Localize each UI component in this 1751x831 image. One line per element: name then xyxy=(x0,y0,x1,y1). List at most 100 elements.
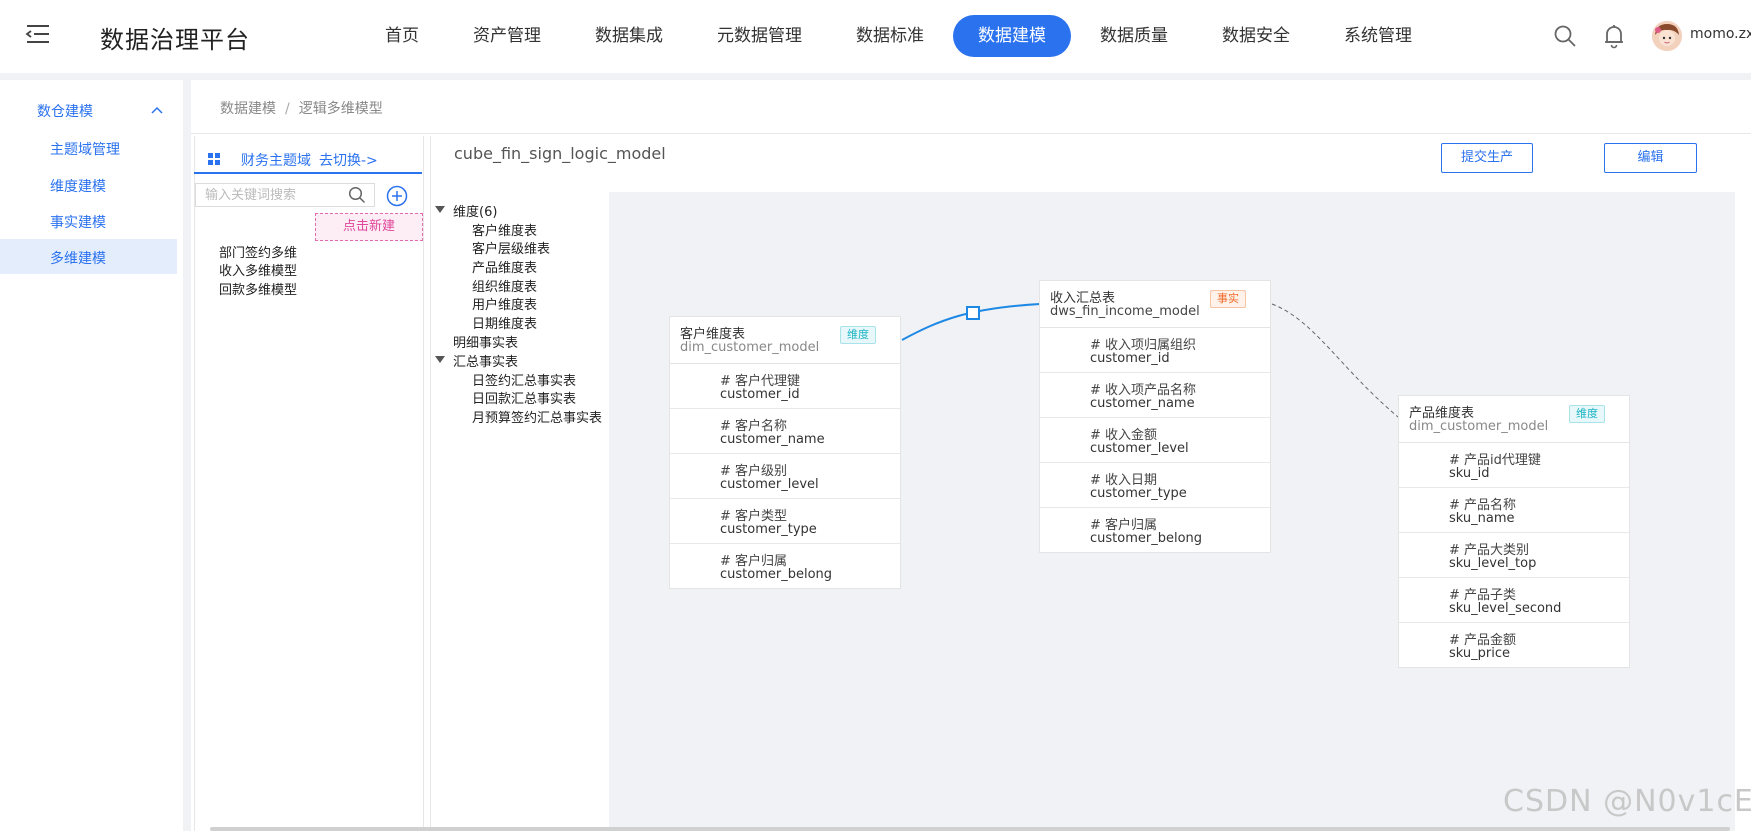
caret-down-icon[interactable] xyxy=(435,206,445,213)
nav-item-quality[interactable]: 数据质量 xyxy=(1075,15,1193,57)
nav-item-integration[interactable]: 数据集成 xyxy=(570,15,688,57)
field-column: customer_belong xyxy=(1090,531,1203,546)
sidebar-item-dimension-modeling[interactable]: 维度建模 xyxy=(50,176,106,196)
table-field[interactable]: # 客户归属 customer_belong xyxy=(1040,508,1270,552)
table-card-customer[interactable]: 客户维度表 dim_customer_model 维度 # 客户代理键 custo… xyxy=(669,316,901,589)
add-circle-icon[interactable] xyxy=(386,185,408,207)
nav-item-standards[interactable]: 数据标准 xyxy=(831,15,949,57)
table-field[interactable]: # 产品id代理键 sku_id xyxy=(1399,443,1629,488)
field-column: customer_id xyxy=(1090,351,1170,366)
model-name-title: cube_fin_sign_logic_model xyxy=(454,144,666,163)
nav-item-security[interactable]: 数据安全 xyxy=(1197,15,1315,57)
table-field[interactable]: # 客户类型 customer_type xyxy=(670,499,900,544)
card-table-name: dim_customer_model xyxy=(1409,419,1549,434)
breadcrumb-divider xyxy=(191,133,1751,134)
nav-item-modeling[interactable]: 数据建模 xyxy=(953,15,1071,57)
nav-item-assets[interactable]: 资产管理 xyxy=(448,15,566,57)
breadcrumb-item-current: 逻辑多维模型 xyxy=(298,101,383,117)
switch-domain-link[interactable]: 去切换-> xyxy=(319,150,378,170)
tree-leaf[interactable]: 产品维度表 xyxy=(472,257,537,276)
tree-leaf[interactable]: 日回款汇总事实表 xyxy=(472,388,576,407)
edit-button[interactable]: 编辑 xyxy=(1604,143,1697,173)
chevron-up-icon[interactable] xyxy=(150,105,164,115)
model-canvas[interactable]: 客户维度表 dim_customer_model 维度 # 客户代理键 custo… xyxy=(609,192,1735,831)
card-table-name: dim_customer_model xyxy=(680,340,820,355)
dimension-tag: 维度 xyxy=(840,326,876,344)
model-list-item[interactable]: 部门签约多维 xyxy=(219,242,297,261)
tree-node-summary-fact[interactable]: 汇总事实表 xyxy=(453,351,518,370)
field-column: customer_level xyxy=(1090,441,1189,456)
grid-icon[interactable] xyxy=(208,153,220,165)
search-icon[interactable] xyxy=(348,186,366,204)
card-header[interactable]: 客户维度表 dim_customer_model 维度 xyxy=(670,317,900,364)
fact-tag: 事实 xyxy=(1210,290,1246,308)
field-column: customer_id xyxy=(720,387,800,402)
field-column: customer_belong xyxy=(720,567,833,582)
sidebar-item-multidim-modeling[interactable]: 多维建模 xyxy=(50,248,106,268)
model-list-item[interactable]: 回款多维模型 xyxy=(219,279,297,298)
field-column: customer_type xyxy=(1090,486,1187,501)
top-nav: 首页 资产管理 数据集成 元数据管理 数据标准 数据建模 数据质量 数据安全 系… xyxy=(360,15,1441,57)
sidebar-item-fact-modeling[interactable]: 事实建模 xyxy=(50,212,106,232)
table-field[interactable]: # 产品大类别 sku_level_top xyxy=(1399,533,1629,578)
create-new-hint[interactable]: 点击新建 xyxy=(315,213,423,241)
table-field[interactable]: # 客户代理键 customer_id xyxy=(670,364,900,409)
model-list-item[interactable]: 收入多维模型 xyxy=(219,260,297,279)
nav-item-system[interactable]: 系统管理 xyxy=(1319,15,1437,57)
table-field[interactable]: # 收入项归属组织 customer_id xyxy=(1040,328,1270,373)
table-field[interactable]: # 客户名称 customer_name xyxy=(670,409,900,454)
breadcrumb-item-modeling[interactable]: 数据建模 xyxy=(220,101,276,117)
table-card-product[interactable]: 产品维度表 dim_customer_model 维度 # 产品id代理键 sku… xyxy=(1398,395,1630,668)
tree-node-detail-fact[interactable]: 明细事实表 xyxy=(453,332,518,351)
field-column: customer_name xyxy=(720,432,825,447)
field-column: customer_name xyxy=(1090,396,1195,411)
tree-leaf[interactable]: 用户维度表 xyxy=(472,294,537,313)
caret-down-icon[interactable] xyxy=(435,356,445,363)
field-column: sku_id xyxy=(1449,466,1490,481)
relation-line-income-product xyxy=(1271,303,1399,418)
tree-leaf[interactable]: 组织维度表 xyxy=(472,276,537,295)
sidebar-item-subject-domain[interactable]: 主题域管理 xyxy=(50,139,120,159)
dimension-tag: 维度 xyxy=(1569,405,1605,423)
field-column: sku_level_top xyxy=(1449,556,1537,571)
horizontal-scrollbar[interactable] xyxy=(210,827,1730,831)
card-header[interactable]: 收入汇总表 dws_fin_income_model 事实 xyxy=(1040,281,1270,328)
table-card-income[interactable]: 收入汇总表 dws_fin_income_model 事实 # 收入项归属组织 c… xyxy=(1039,280,1271,553)
tree-leaf[interactable]: 月预算签约汇总事实表 xyxy=(472,407,602,426)
relation-anchor-handle xyxy=(966,306,980,320)
tree-leaf[interactable]: 日期维度表 xyxy=(472,313,537,332)
current-domain-label: 财务主题域 xyxy=(241,153,311,169)
username-label[interactable]: momo.zxy xyxy=(1690,26,1751,42)
table-field[interactable]: # 客户归属 customer_belong xyxy=(670,544,900,588)
table-field[interactable]: # 产品名称 sku_name xyxy=(1399,488,1629,533)
field-column: customer_type xyxy=(720,522,817,537)
card-header[interactable]: 产品维度表 dim_customer_model 维度 xyxy=(1399,396,1629,443)
menu-fold-icon[interactable] xyxy=(24,22,52,46)
tree-leaf[interactable]: 客户层级维表 xyxy=(472,238,550,257)
nav-item-home[interactable]: 首页 xyxy=(360,15,444,57)
table-field[interactable]: # 收入项产品名称 customer_name xyxy=(1040,373,1270,418)
sidebar-group-warehouse[interactable]: 数仓建模 xyxy=(37,101,93,121)
tree-leaf[interactable]: 日签约汇总事实表 xyxy=(472,370,576,389)
watermark: CSDN @N0v1cE xyxy=(1503,784,1751,819)
nav-item-metadata[interactable]: 元数据管理 xyxy=(692,15,827,57)
table-field[interactable]: # 收入金额 customer_level xyxy=(1040,418,1270,463)
table-field[interactable]: # 产品子类 sku_level_second xyxy=(1399,578,1629,623)
card-table-name: dws_fin_income_model xyxy=(1050,304,1200,319)
app-title: 数据治理平台 xyxy=(100,26,250,54)
table-field[interactable]: # 收入日期 customer_type xyxy=(1040,463,1270,508)
field-column: sku_level_second xyxy=(1449,601,1562,616)
search-icon[interactable] xyxy=(1553,24,1577,48)
table-field[interactable]: # 客户级别 customer_level xyxy=(670,454,900,499)
field-column: customer_level xyxy=(720,477,819,492)
field-column: sku_name xyxy=(1449,511,1515,526)
field-column: sku_price xyxy=(1449,646,1510,661)
tree-leaf[interactable]: 客户维度表 xyxy=(472,220,537,239)
avatar[interactable] xyxy=(1652,21,1682,51)
submit-production-button[interactable]: 提交生产 xyxy=(1441,143,1533,173)
tree-column-divider xyxy=(430,136,431,831)
tree-node-dimensions[interactable]: 维度(6) xyxy=(453,201,497,220)
table-field[interactable]: # 产品金额 sku_price xyxy=(1399,623,1629,667)
domain-tab-underline xyxy=(194,172,422,174)
bell-icon[interactable] xyxy=(1602,23,1626,49)
